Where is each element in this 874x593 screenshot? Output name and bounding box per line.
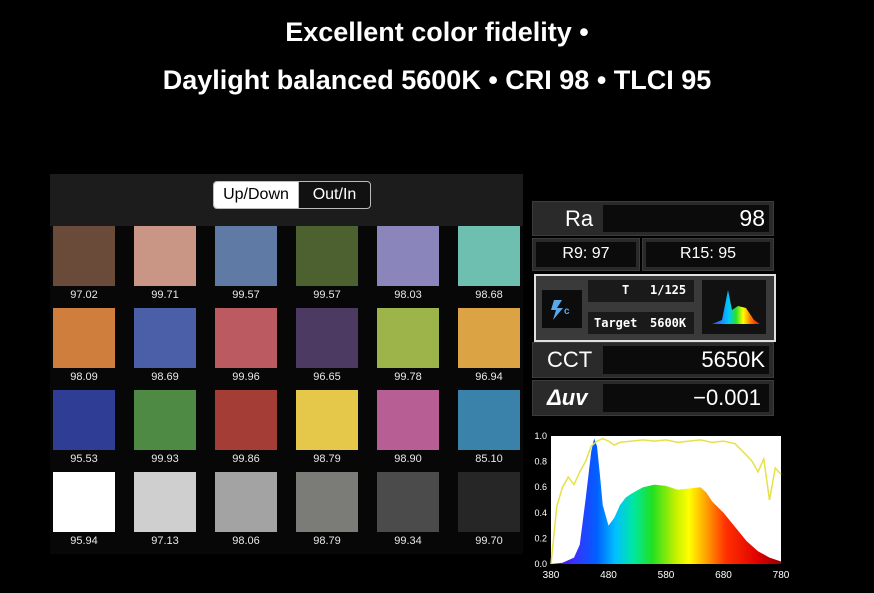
y-tick-label: 0.4 (534, 508, 547, 518)
color-swatch (53, 226, 115, 286)
headline-line-1: Excellent color fidelity • (285, 17, 589, 47)
color-swatch (458, 472, 520, 532)
swatch-value: 98.03 (394, 289, 422, 301)
r15-value: R15: 95 (679, 245, 737, 262)
headline-line-2: Daylight balanced 5600K • CRI 98 • TLCI … (162, 65, 712, 95)
color-swatch (53, 308, 115, 368)
color-swatch (296, 308, 358, 368)
color-swatch (134, 226, 196, 286)
color-swatch (134, 308, 196, 368)
duv-box: Δuv −0.001 (532, 380, 774, 416)
color-swatch (215, 472, 277, 532)
cct-box: CCT 5650K (532, 342, 774, 378)
y-tick-label: 0.6 (534, 482, 547, 492)
color-swatch (377, 226, 439, 286)
x-tick-label: 380 (543, 570, 560, 581)
duv-value: −0.001 (693, 385, 761, 410)
swatch-value: 98.68 (475, 289, 503, 301)
color-swatch (134, 390, 196, 450)
color-swatch (53, 390, 115, 450)
ra-label: Ra (565, 206, 594, 231)
swatch-value: 96.94 (475, 371, 503, 383)
color-swatch (296, 390, 358, 450)
swatch-value: 95.53 (70, 453, 98, 465)
swatch-value: 98.79 (313, 453, 341, 465)
swatch-value: 98.79 (313, 535, 341, 547)
duv-label: Δuv (547, 385, 588, 410)
swatch-value: 99.96 (232, 371, 260, 383)
ra-box: Ra 98 (532, 201, 774, 236)
y-tick-label: 1.0 (534, 431, 547, 441)
spectrum-chart: 0.0 0.2 0.4 0.6 0.8 1.0 380 480 580 680 780 (527, 423, 793, 588)
swatch-value: 96.65 (313, 371, 341, 383)
toggle-up-down[interactable]: Up/Down (214, 182, 298, 208)
color-swatch (377, 472, 439, 532)
y-tick-label: 0.0 (534, 559, 547, 569)
swatch-value: 85.10 (475, 453, 503, 465)
swatch-value: 98.69 (151, 371, 179, 383)
swatch-value: 97.02 (70, 289, 98, 301)
color-swatch (296, 226, 358, 286)
cct-value: 5650K (701, 347, 765, 372)
y-tick-label: 0.2 (534, 533, 547, 543)
x-tick-label: 780 (773, 570, 790, 581)
color-swatch (377, 308, 439, 368)
color-swatch (377, 390, 439, 450)
x-tick-label: 480 (600, 570, 617, 581)
swatch-value: 99.57 (232, 289, 260, 301)
orientation-toggle[interactable]: Up/Down Out/In (213, 181, 371, 209)
spectrum-thumbnail-icon (712, 290, 760, 324)
ra-value: 98 (739, 205, 765, 231)
panel-header: Up/Down Out/In (50, 174, 523, 226)
shutter-value: 1/125 (650, 283, 687, 297)
y-tick-label: 0.8 (534, 457, 547, 467)
swatch-value: 98.06 (232, 535, 260, 547)
swatch-value: 99.70 (475, 535, 503, 547)
color-swatch (53, 472, 115, 532)
color-swatch (215, 308, 277, 368)
color-swatch (296, 472, 358, 532)
target-label: Target (594, 316, 638, 330)
swatch-value: 98.90 (394, 453, 422, 465)
measurement-box: c T 1/125 Target 5600K (534, 274, 776, 342)
color-swatch (215, 226, 277, 286)
x-tick-label: 580 (658, 570, 675, 581)
swatch-value: 99.34 (394, 535, 422, 547)
swatch-value: 97.13 (151, 535, 179, 547)
color-swatch (215, 390, 277, 450)
spectrum-chart-svg: 0.0 0.2 0.4 0.6 0.8 1.0 380 480 580 680 780 (534, 431, 790, 581)
r9-box: R9: 97 (532, 238, 640, 271)
color-swatch (134, 472, 196, 532)
r9-value: R9: 97 (562, 245, 610, 262)
swatch-value: 99.57 (313, 289, 341, 301)
color-swatch (458, 226, 520, 286)
flash-mode-button[interactable]: c (542, 290, 582, 328)
target-value: 5600K (650, 316, 687, 330)
flash-c-icon: c (551, 300, 570, 320)
r15-box: R15: 95 (642, 238, 774, 271)
swatch-value: 99.71 (151, 289, 179, 301)
toggle-out-in[interactable]: Out/In (298, 182, 370, 208)
swatch-value: 95.94 (70, 535, 98, 547)
svg-text:c: c (564, 306, 570, 317)
cct-label: CCT (547, 347, 593, 372)
swatch-value: 98.09 (70, 371, 98, 383)
swatch-value: 99.78 (394, 371, 422, 383)
shutter-label: T (622, 283, 630, 297)
swatch-value: 99.93 (151, 453, 179, 465)
color-swatch (458, 308, 520, 368)
x-tick-label: 680 (715, 570, 732, 581)
swatch-value: 99.86 (232, 453, 260, 465)
color-checker-panel: Up/Down Out/In 97.02 99.71 99.57 99.57 98.03… (50, 174, 523, 554)
spectrum-thumbnail[interactable] (702, 280, 766, 334)
color-swatch (458, 390, 520, 450)
